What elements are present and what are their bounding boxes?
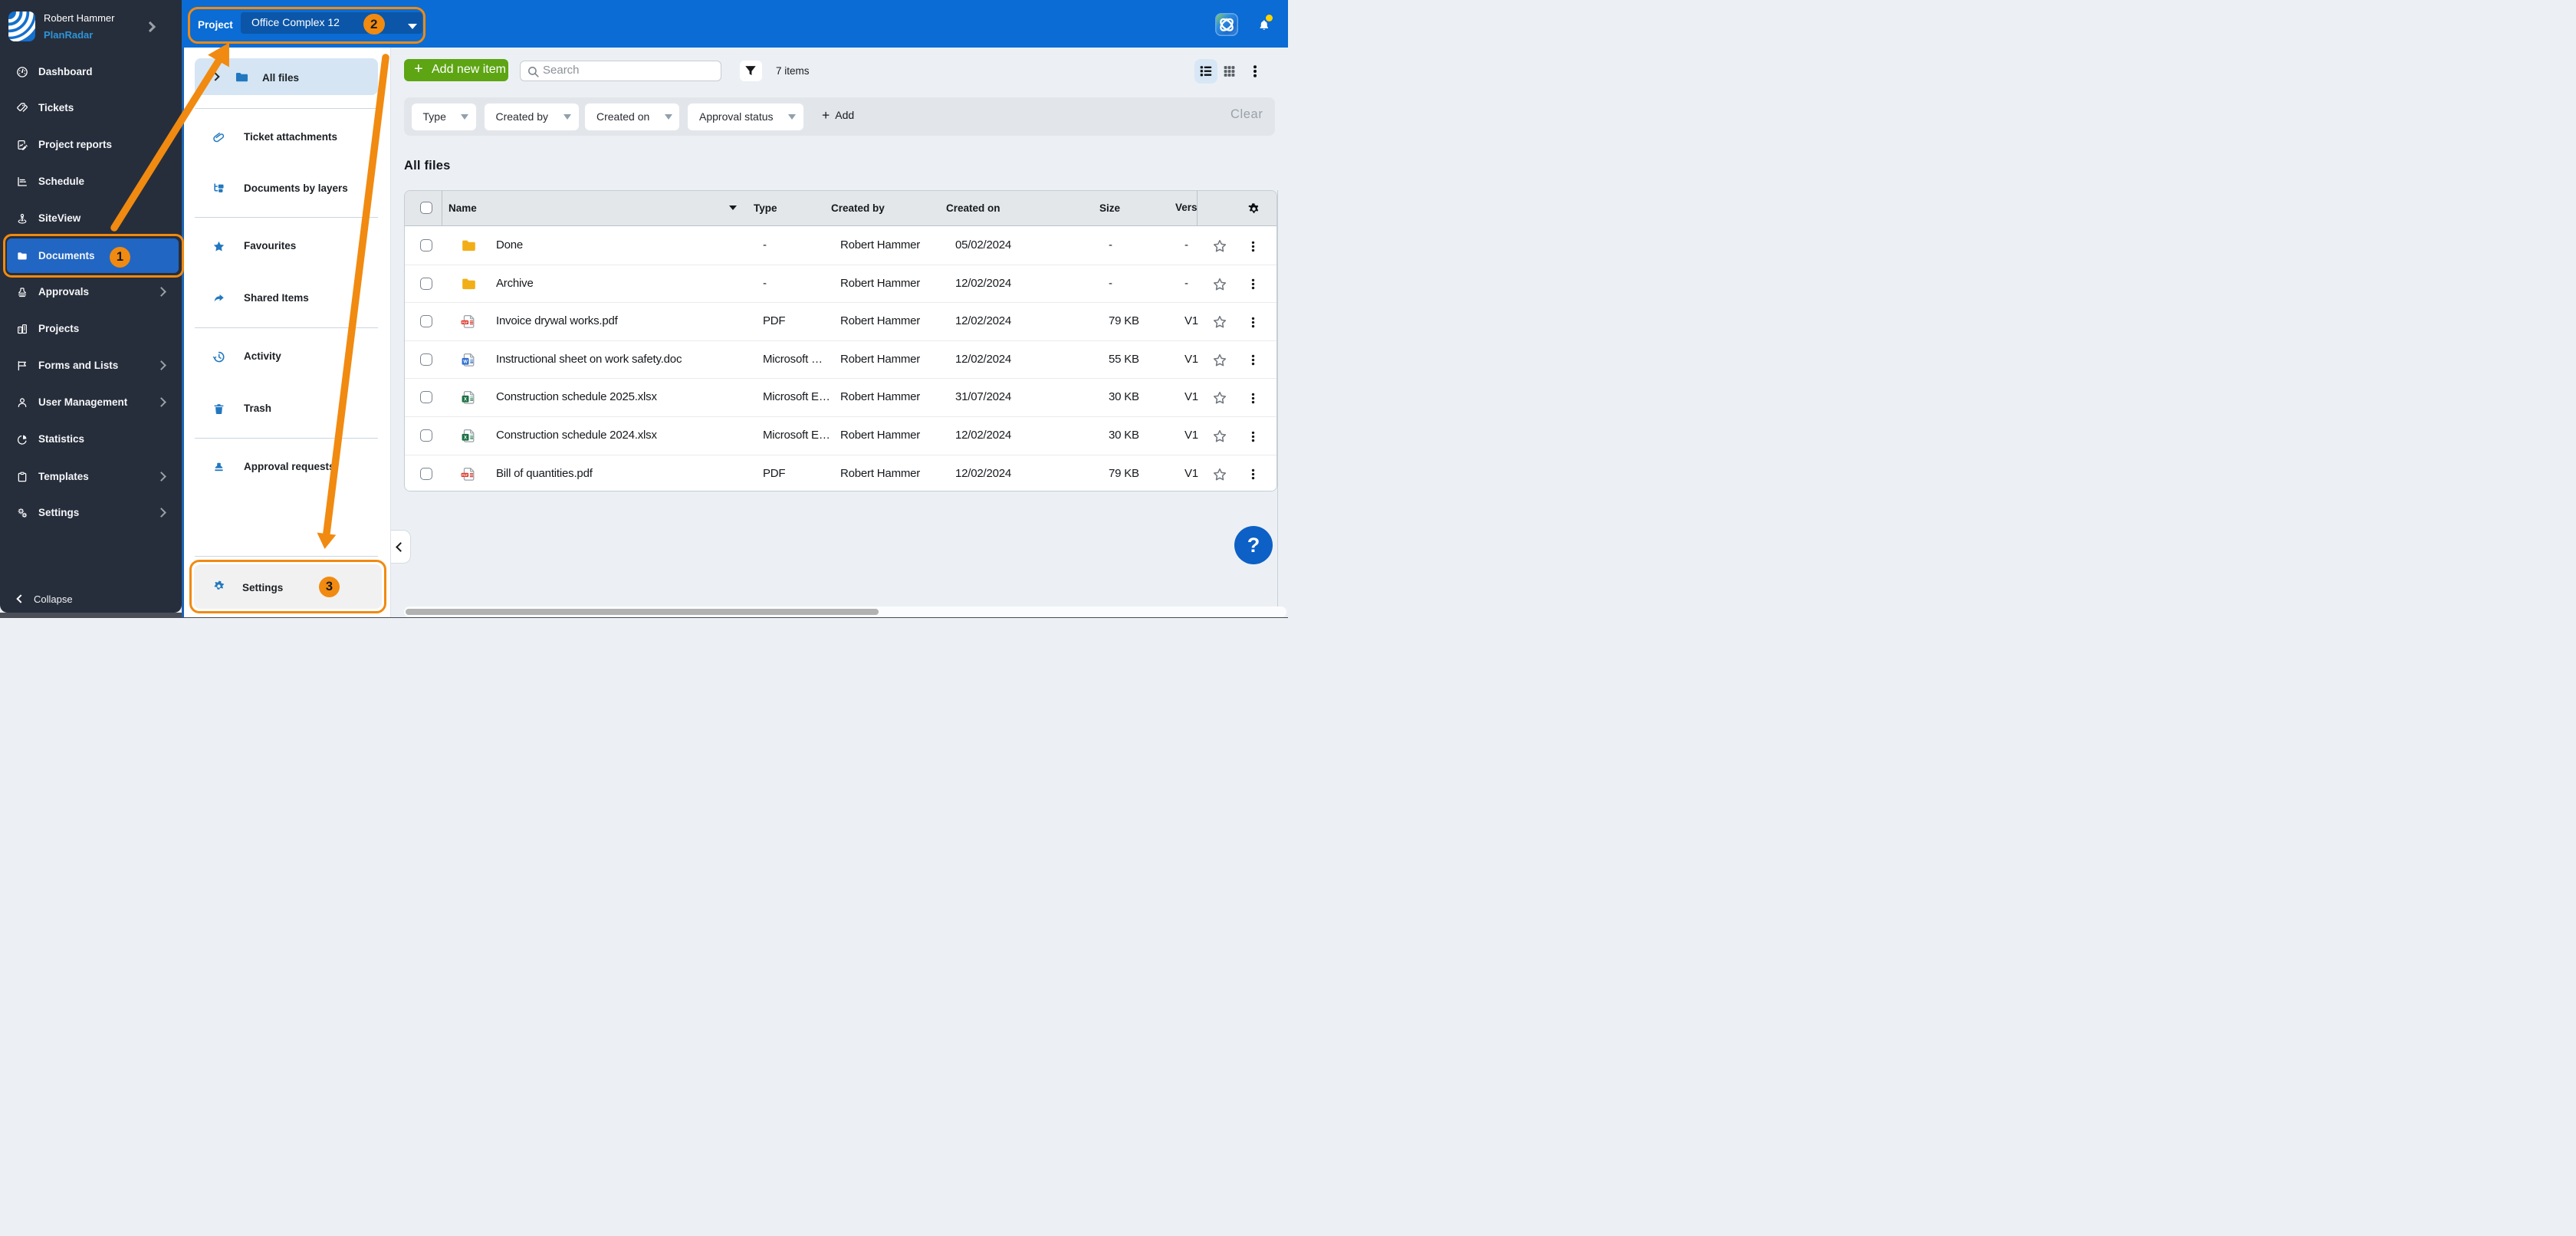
svg-text:PDF: PDF: [462, 321, 468, 324]
svg-text:PDF: PDF: [462, 472, 468, 476]
svg-text:X: X: [464, 398, 467, 403]
svg-text:W: W: [463, 360, 468, 364]
svg-text:X: X: [464, 436, 467, 441]
